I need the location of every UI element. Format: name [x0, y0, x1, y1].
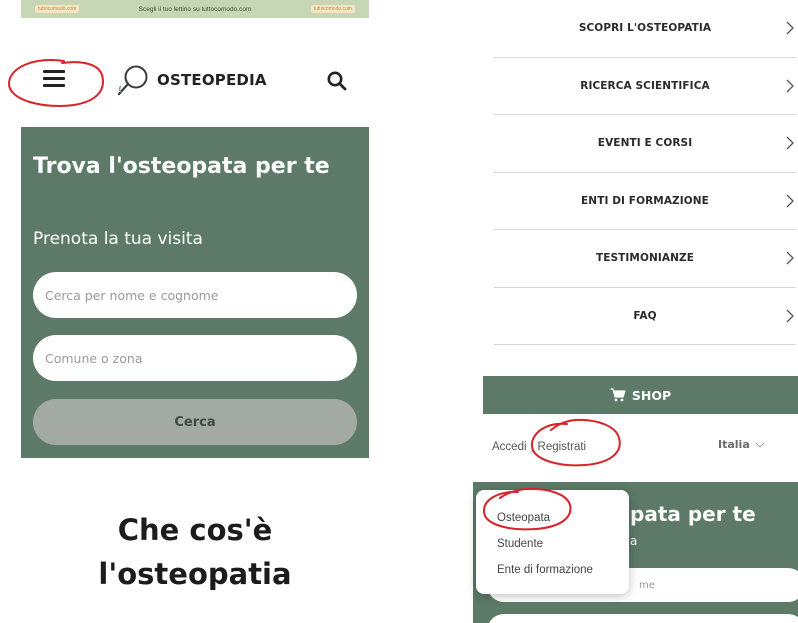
menu-item-ricerca-scientifica[interactable]: RICERCA SCIENTIFICA	[494, 58, 796, 115]
search-icon[interactable]	[326, 70, 348, 92]
chevron-down-icon	[755, 442, 765, 448]
language-label: Italia	[718, 438, 750, 451]
hero-subtitle: Prenota la tua visita	[33, 229, 203, 249]
hero-subtitle-fragment: a	[630, 534, 638, 548]
shop-label: SHOP	[631, 387, 672, 403]
menu-item-label: ENTI DI FORMAZIONE	[581, 194, 709, 207]
ad-text[interactable]: Scegli il tuo lettino su tuttocomodo.com	[139, 6, 252, 13]
zone-search-placeholder: Comune o zona	[45, 350, 143, 366]
menu-item-faq[interactable]: FAQ	[494, 288, 796, 345]
menu-item-label: FAQ	[633, 309, 657, 322]
ad-logo-left: tuttocomodo.com	[35, 5, 80, 13]
hero-title: Trova l'osteopata per te	[33, 154, 330, 179]
zone-search-input[interactable]: Comune o zona	[33, 335, 357, 381]
login-link[interactable]: Accedi	[492, 441, 527, 453]
top-navigation-bar: OSTEOPEDIA	[21, 52, 369, 112]
chevron-right-icon	[786, 136, 794, 150]
name-search-input[interactable]: Cerca per nome e cognome	[33, 272, 357, 318]
menu-item-label: TESTIMONIANZE	[595, 252, 695, 265]
name-search-placeholder: Cerca per nome e cognome	[45, 287, 219, 303]
section-heading: Che cos'è l'osteopatia	[98, 513, 292, 591]
chevron-right-icon	[786, 21, 794, 35]
shopping-cart-icon	[610, 388, 626, 402]
ad-logo-right: tuttocomodo.com	[310, 5, 355, 13]
name-search-placeholder-fragment: me	[639, 579, 655, 591]
menu-item-scopri-osteopatia[interactable]: SCOPRI L'OSTEOPATIA	[494, 0, 796, 58]
brand-logo[interactable]: OSTEOPEDIA	[115, 62, 267, 98]
register-dropdown: Osteopata Studente Ente di formazione	[476, 490, 629, 594]
chevron-right-icon	[786, 309, 794, 323]
brand-name: OSTEOPEDIA	[157, 71, 267, 89]
chevron-right-icon	[786, 79, 794, 93]
language-selector[interactable]: Italia	[718, 438, 765, 451]
osteopedia-logo-icon	[117, 65, 148, 96]
menu-item-label: RICERCA SCIENTIFICA	[580, 79, 710, 92]
dropdown-option-ente-formazione[interactable]: Ente di formazione	[476, 557, 629, 583]
navigation-menu: SCOPRI L'OSTEOPATIA RICERCA SCIENTIFICA …	[494, 0, 796, 345]
zone-search-input-partial[interactable]	[487, 614, 798, 623]
ad-banner[interactable]: tuttocomodo.com Scegli il tuo lettino su…	[21, 0, 369, 18]
menu-item-label: SCOPRI L'OSTEOPATIA	[578, 22, 712, 35]
menu-item-label: EVENTI E CORSI	[597, 137, 693, 150]
account-separator: |	[530, 441, 534, 453]
screenshot-stage: tuttocomodo.com Scegli il tuo lettino su…	[0, 0, 798, 623]
hamburger-menu-icon[interactable]	[43, 70, 65, 87]
shop-button[interactable]: SHOP	[483, 376, 798, 414]
dropdown-option-osteopata[interactable]: Osteopata	[476, 505, 629, 531]
menu-item-enti-formazione[interactable]: ENTI DI FORMAZIONE	[494, 173, 796, 230]
hero-title-fragment: pata per te	[630, 502, 756, 526]
menu-item-eventi-corsi[interactable]: EVENTI E CORSI	[494, 115, 796, 173]
dropdown-option-studente[interactable]: Studente	[476, 531, 629, 557]
search-button[interactable]: Cerca	[33, 399, 357, 445]
menu-item-testimonianze[interactable]: TESTIMONIANZE	[494, 230, 796, 288]
chevron-right-icon	[786, 194, 794, 208]
register-link[interactable]: Registrati	[538, 441, 587, 453]
hero-search-panel: Trova l'osteopata per te Prenota la tua …	[21, 127, 369, 458]
chevron-right-icon	[786, 251, 794, 265]
